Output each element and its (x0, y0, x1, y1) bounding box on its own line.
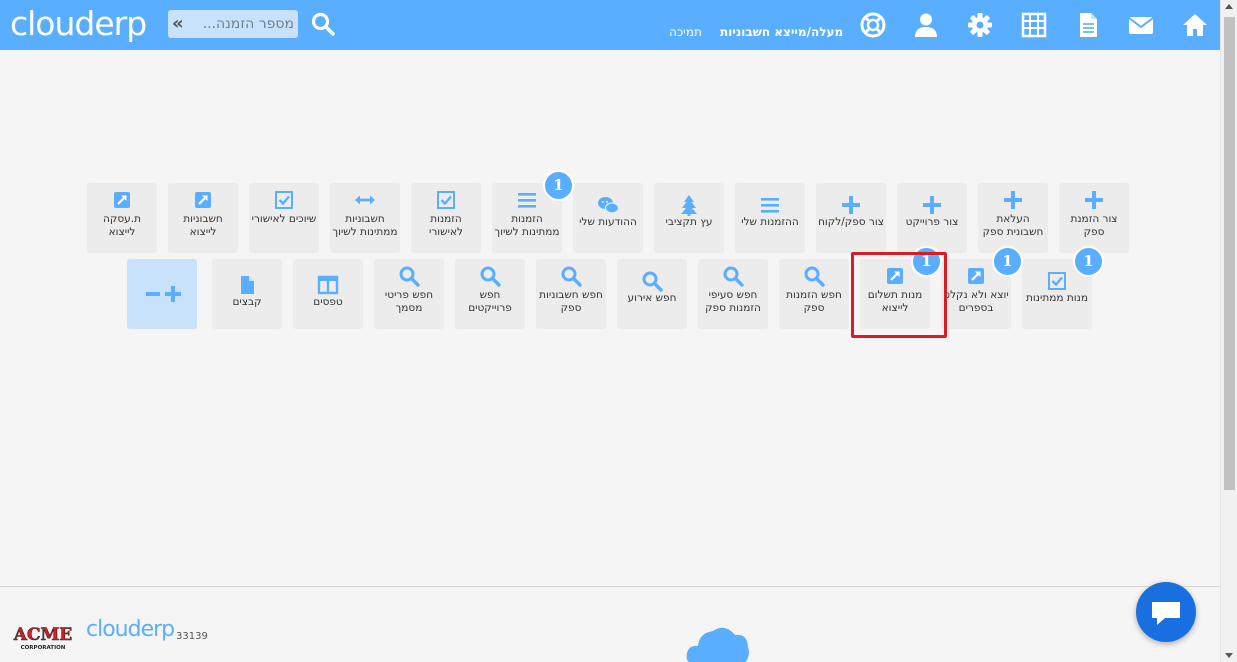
chat-bubble-icon (1152, 602, 1180, 625)
export-icon (168, 189, 238, 211)
plus-icon (1059, 189, 1129, 211)
tile-invoices-pending-match[interactable]: חשבוניות ממתינות לשיוך (330, 183, 400, 253)
tile-create-supplier-order[interactable]: צור הזמנת ספק (1059, 183, 1129, 253)
tile-my-messages[interactable]: ההודעות שלי (573, 183, 643, 253)
tile-orders-for-approval[interactable]: הזמנות לאישורי (411, 183, 481, 253)
scroll-up-arrow-icon[interactable] (1225, 4, 1233, 9)
tile-search-supplier-orders[interactable]: חפש הזמנות ספק (779, 259, 849, 329)
tile-label: חפש פרוייקטים (468, 289, 512, 314)
order-search-box: « (168, 10, 298, 38)
tile-label: ת.עסקה לייצוא (103, 213, 141, 238)
tile-label: חשבוניות לייצוא (183, 213, 223, 238)
tile-create-supplier-customer[interactable]: צור ספק/לקוח (816, 183, 886, 253)
plus-icon (978, 189, 1048, 211)
tile-search-projects[interactable]: חפש פרוייקטים (455, 259, 525, 329)
svg-text:CORPORATION: CORPORATION (21, 645, 66, 651)
search-icon (374, 265, 444, 287)
tile-label: ההודעות שלי (579, 216, 637, 228)
user-icon[interactable] (912, 11, 940, 39)
export-icon (87, 189, 157, 211)
search-icon (617, 270, 687, 292)
svg-text:ACME: ACME (13, 625, 73, 645)
notification-badge: 1 (1073, 246, 1104, 277)
tile-label: חפש סעיפי הזמנות ספק (705, 289, 761, 314)
tile-create-project[interactable]: צור פרוייקט (897, 183, 967, 253)
order-number-search-input[interactable] (194, 14, 294, 34)
envelope-icon[interactable] (1127, 11, 1155, 39)
add-tile-button[interactable] (127, 259, 197, 329)
tile-budget-tree[interactable]: עץ תקציבי (654, 183, 724, 253)
tile-label: ההזמנות שלי (741, 216, 799, 228)
chat-button[interactable] (1136, 582, 1196, 642)
tree-icon (654, 194, 724, 216)
scroll-down-arrow-icon[interactable] (1225, 653, 1233, 658)
tile-label: צור פרוייקט (905, 216, 959, 228)
list-icon (735, 194, 805, 216)
scrollbar-thumb[interactable] (1224, 17, 1235, 490)
selected-tile-highlight (851, 252, 947, 338)
file-icon (212, 274, 282, 296)
tile-forms[interactable]: טפסים (293, 259, 363, 329)
collapse-chevrons-icon[interactable]: « (172, 13, 184, 34)
minus-plus-icon (146, 286, 181, 302)
tile-files[interactable]: קבצים (212, 259, 282, 329)
tile-my-orders[interactable]: ההזמנות שלי (735, 183, 805, 253)
tile-matches-for-approval[interactable]: שיוכים לאישורי (249, 183, 319, 253)
tile-label: שיוכים לאישורי (251, 213, 317, 225)
acme-corporation-logo: ACME CORPORATION (12, 625, 73, 651)
tile-label: חפש פריטי מסמך (384, 289, 434, 314)
tile-label: צור ספק/לקוח (818, 216, 884, 228)
tile-search-supplier-invoices[interactable]: חפש חשבוניות ספק (536, 259, 606, 329)
tile-search-event[interactable]: חפש אירוע (617, 259, 687, 329)
tile-label: חפש הזמנות ספק (786, 289, 842, 314)
tile-label: הזמנות לאישורי (429, 213, 463, 238)
tile-label: צור הזמנת ספק (1070, 213, 1118, 238)
search-icon (536, 265, 606, 287)
tile-label: העלאת חשבונית ספק (982, 213, 1044, 238)
tile-upload-supplier-invoice[interactable]: העלאת חשבונית ספק (978, 183, 1048, 253)
cloud-icon (686, 627, 749, 662)
support-link[interactable]: תמיכה (669, 25, 702, 39)
plus-icon (816, 194, 886, 216)
tile-label: מנות ממתינות (1026, 292, 1088, 304)
footer: ACME CORPORATION clouderp 33139 (0, 586, 1220, 662)
vertical-scrollbar[interactable] (1220, 0, 1237, 662)
table-icon (293, 274, 363, 296)
tile-search-document-details[interactable]: חפש פריטי מסמך (374, 259, 444, 329)
tile-label: טפסים (313, 296, 343, 308)
arrows-horizontal-icon (330, 189, 400, 211)
home-icon[interactable] (1181, 11, 1209, 39)
checkbox-icon (411, 189, 481, 211)
tile-label: חפש חשבוניות ספק (539, 289, 603, 314)
tile-label: חפש אירוע (627, 292, 677, 304)
tile-transactions-to-export[interactable]: ת.עסקה לייצוא (87, 183, 157, 253)
document-icon[interactable] (1074, 11, 1102, 39)
current-user-link[interactable]: מעלה/מייצא חשבוניות (720, 25, 843, 39)
notification-badge: 1 (543, 170, 574, 201)
calculator-icon[interactable] (1020, 11, 1048, 39)
search-icon (698, 265, 768, 287)
tile-label: יוצא ולא נקלט בספרים (943, 289, 1009, 314)
tile-label: קבצים (232, 296, 262, 308)
tile-invoices-to-export[interactable]: חשבוניות לייצוא (168, 183, 238, 253)
search-icon (455, 265, 525, 287)
checkbox-icon (249, 189, 319, 211)
tile-search-supplier-order-lines[interactable]: חפש סעיפי הזמנות ספק (698, 259, 768, 329)
search-icon[interactable] (310, 11, 336, 37)
clouderp-logo[interactable]: clouderp (10, 4, 147, 43)
tile-label: עץ תקציבי (665, 216, 713, 228)
version-number: 33139 (176, 631, 208, 642)
search-icon (779, 265, 849, 287)
tile-label: חשבוניות ממתינות לשיוך (332, 213, 398, 238)
tile-label: הזמנות ממתינות לשיוך (494, 213, 560, 238)
gear-icon[interactable] (966, 11, 994, 39)
chat-bubbles-icon (573, 194, 643, 216)
notification-badge: 1 (992, 246, 1023, 277)
plus-icon (897, 194, 967, 216)
top-navbar: clouderp « תמיכה מעלה/מייצא חשבוניות (0, 0, 1220, 50)
footer-clouderp-logo: clouderp (86, 617, 175, 642)
lifebuoy-icon[interactable] (859, 11, 887, 39)
